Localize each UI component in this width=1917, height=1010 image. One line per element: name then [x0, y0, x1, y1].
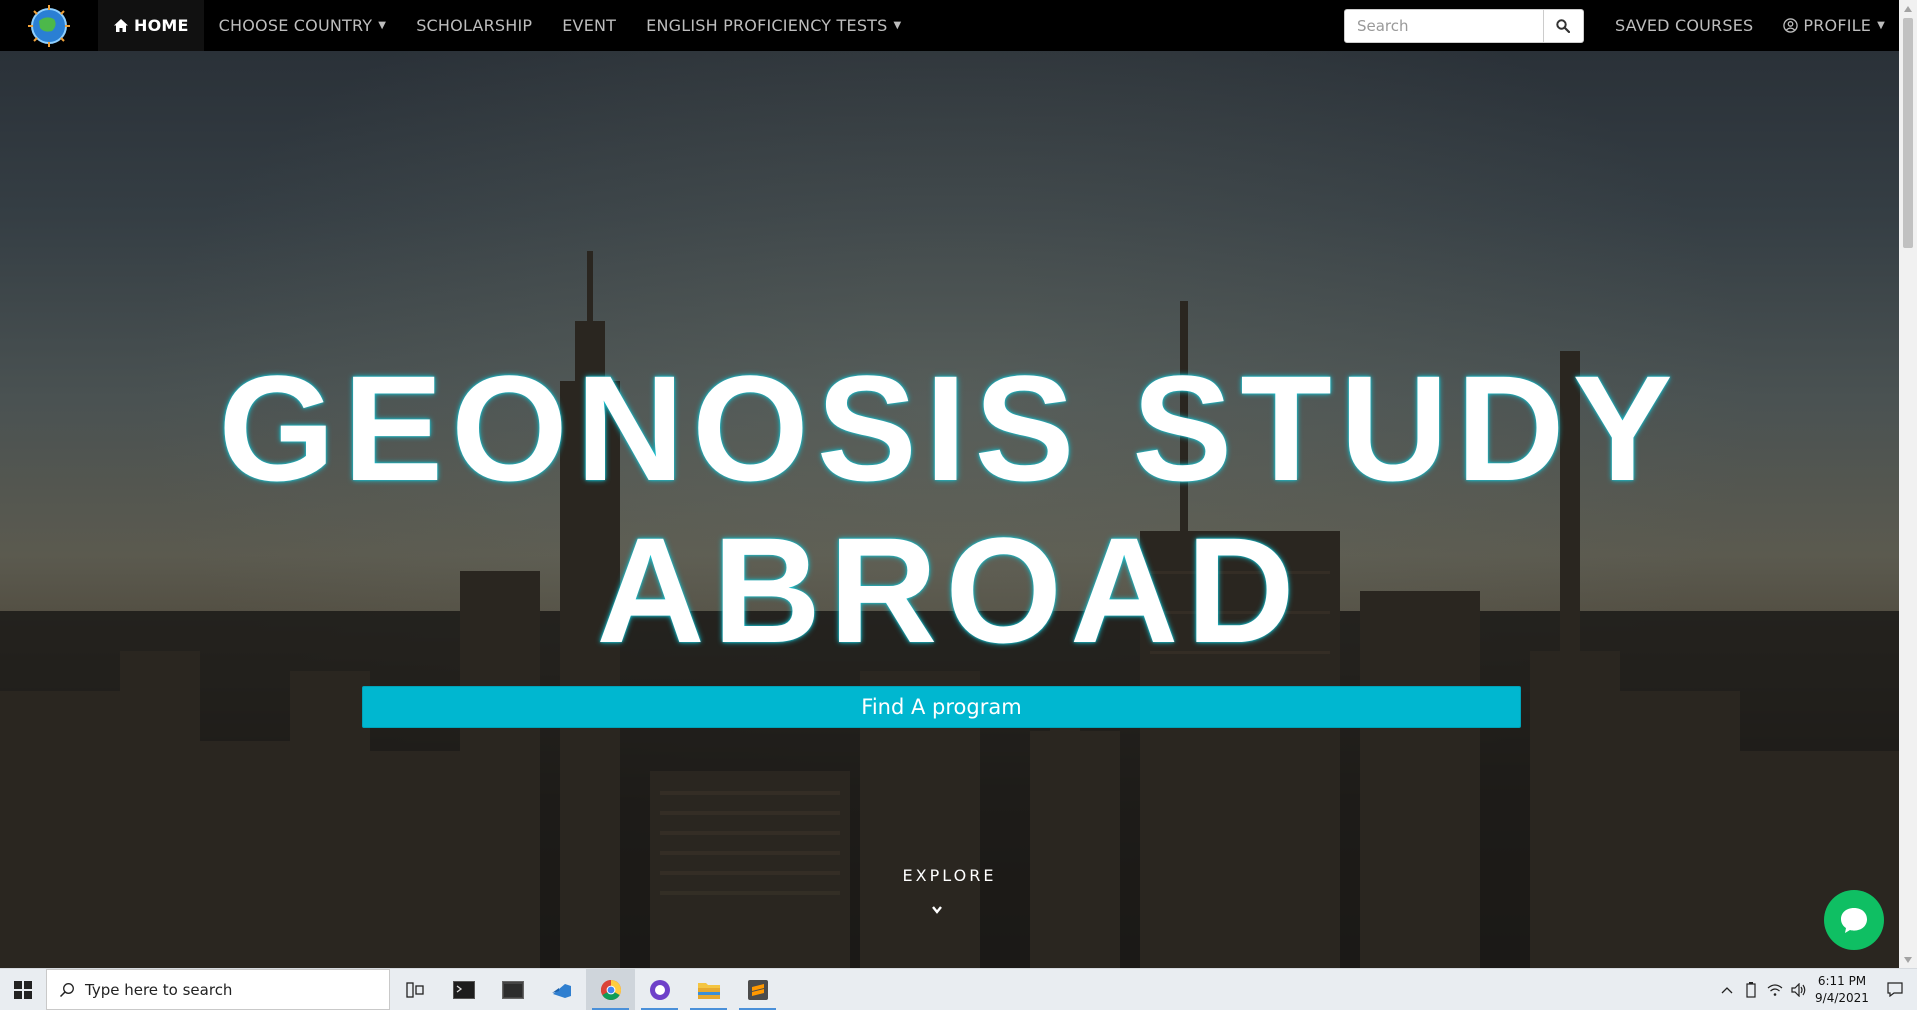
github-desktop-icon[interactable]	[635, 969, 684, 1010]
nav-saved-courses-label: SAVED COURSES	[1614, 16, 1754, 35]
nav-event-label: EVENT	[562, 16, 617, 35]
search-icon	[59, 982, 74, 997]
nav-choose-country-label: CHOOSE COUNTRY	[218, 16, 373, 35]
terminal-icon[interactable]	[439, 969, 488, 1010]
chrome-icon[interactable]	[586, 969, 635, 1010]
scroll-down-arrow-icon[interactable]	[1899, 951, 1917, 968]
taskbar-search-box[interactable]: Type here to search	[46, 969, 390, 1010]
search-button[interactable]	[1543, 8, 1584, 43]
notification-center-icon[interactable]	[1873, 969, 1917, 1010]
search-input[interactable]	[1343, 8, 1544, 43]
taskbar-clock[interactable]: 6:11 PM 9/4/2021	[1811, 973, 1873, 1007]
find-program-button[interactable]: Find A program	[362, 686, 1521, 728]
caret-down-icon: ▼	[893, 20, 902, 31]
scrollbar-thumb[interactable]	[1903, 18, 1913, 248]
nav-home[interactable]: HOME	[98, 0, 204, 51]
search-icon	[1556, 18, 1571, 33]
hero-section: GEONOSIS STUDY ABROAD Find A program EXP…	[0, 51, 1899, 968]
nav-profile-label: PROFILE	[1803, 16, 1872, 35]
caret-down-icon: ▼	[378, 20, 387, 31]
globe-logo-icon	[28, 4, 70, 47]
nav-search	[1343, 8, 1584, 43]
vscode-icon[interactable]	[537, 969, 586, 1010]
nav-scholarship[interactable]: SCHOLARSHIP	[401, 0, 547, 51]
nav-saved-courses[interactable]: SAVED COURSES	[1600, 0, 1768, 51]
hero-title-line1: GEONOSIS STUDY	[218, 344, 1681, 512]
task-view-icon[interactable]	[390, 969, 439, 1010]
home-icon	[114, 19, 128, 32]
chevron-down-icon[interactable]	[931, 905, 943, 915]
chat-button[interactable]	[1824, 890, 1884, 950]
nav-english-tests-label: ENGLISH PROFICIENCY TESTS	[646, 16, 888, 35]
hero-title-line2: ABROAD	[596, 506, 1303, 674]
page-scrollbar[interactable]	[1899, 0, 1917, 968]
volume-icon[interactable]	[1787, 969, 1811, 1010]
tray-chevron-up-icon[interactable]	[1715, 969, 1739, 1010]
nav-profile[interactable]: PROFILE ▼	[1768, 0, 1899, 51]
windows-taskbar: Type here to search 6:11 PM 9/4/2021	[0, 968, 1917, 1010]
clock-date: 9/4/2021	[1815, 990, 1869, 1005]
battery-icon[interactable]	[1739, 969, 1763, 1010]
file-explorer-icon[interactable]	[684, 969, 733, 1010]
caret-down-icon: ▼	[1877, 20, 1885, 31]
explore-link[interactable]: EXPLORE	[0, 866, 1899, 885]
window-icon[interactable]	[488, 969, 537, 1010]
nav-home-label: HOME	[134, 16, 189, 35]
sublime-text-icon[interactable]	[733, 969, 782, 1010]
clock-time: 6:11 PM	[1817, 973, 1867, 988]
nav-choose-country[interactable]: CHOOSE COUNTRY ▼	[204, 0, 402, 51]
windows-logo-icon	[14, 980, 32, 999]
system-tray: 6:11 PM 9/4/2021	[1715, 969, 1917, 1010]
nav-english-tests[interactable]: ENGLISH PROFICIENCY TESTS ▼	[631, 0, 916, 51]
scroll-up-arrow-icon[interactable]	[1899, 0, 1917, 17]
taskbar-search-placeholder: Type here to search	[85, 980, 233, 999]
top-navbar: HOME CHOOSE COUNTRY ▼ SCHOLARSHIP EVENT …	[0, 0, 1899, 51]
user-circle-icon	[1783, 18, 1799, 33]
chat-bubble-icon	[1841, 908, 1867, 933]
nav-event[interactable]: EVENT	[547, 0, 631, 51]
nav-right: SAVED COURSES PROFILE ▼	[1343, 0, 1899, 51]
start-button[interactable]	[0, 969, 46, 1010]
nav-scholarship-label: SCHOLARSHIP	[416, 16, 533, 35]
site-logo[interactable]	[0, 0, 98, 51]
wifi-icon[interactable]	[1763, 969, 1787, 1010]
